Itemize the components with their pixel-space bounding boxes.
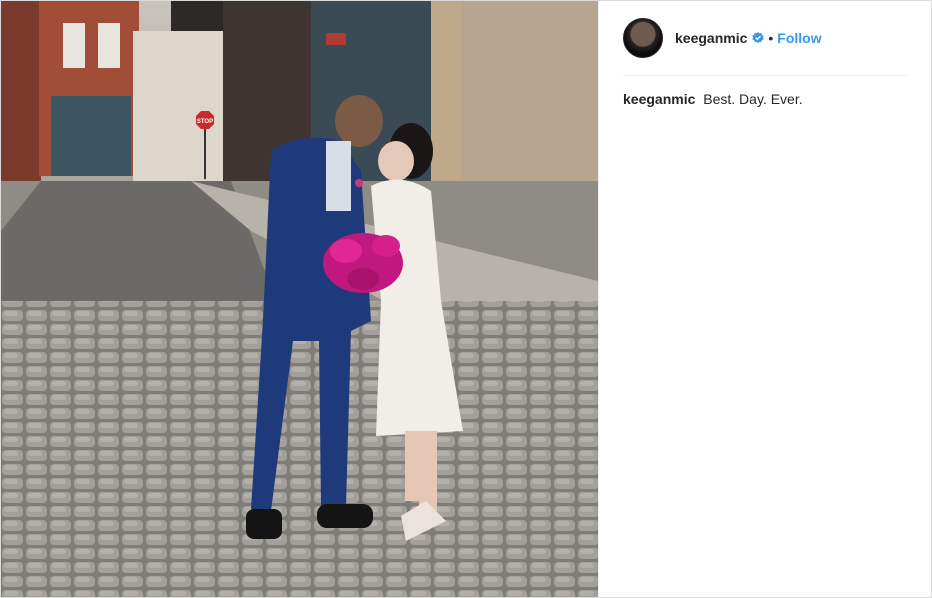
instagram-embed: STOP keeganmic • Follow keeganmic Best. …: [0, 0, 932, 598]
post-caption: keeganmic Best. Day. Ever.: [623, 90, 909, 108]
avatar[interactable]: [623, 18, 663, 58]
caption-text: Best. Day. Ever.: [703, 91, 803, 107]
username-link[interactable]: keeganmic: [675, 30, 747, 46]
caption-username[interactable]: keeganmic: [623, 91, 695, 107]
follow-button[interactable]: Follow: [777, 30, 821, 46]
separator-dot: •: [768, 30, 774, 46]
stop-sign-text: STOP: [197, 119, 213, 125]
post-photo[interactable]: STOP: [1, 1, 598, 597]
post-sidebar: keeganmic • Follow keeganmic Best. Day. …: [598, 1, 931, 597]
wedding-photo: STOP: [1, 1, 598, 597]
post-header: keeganmic • Follow: [623, 1, 909, 76]
verified-badge-icon: [752, 32, 764, 44]
